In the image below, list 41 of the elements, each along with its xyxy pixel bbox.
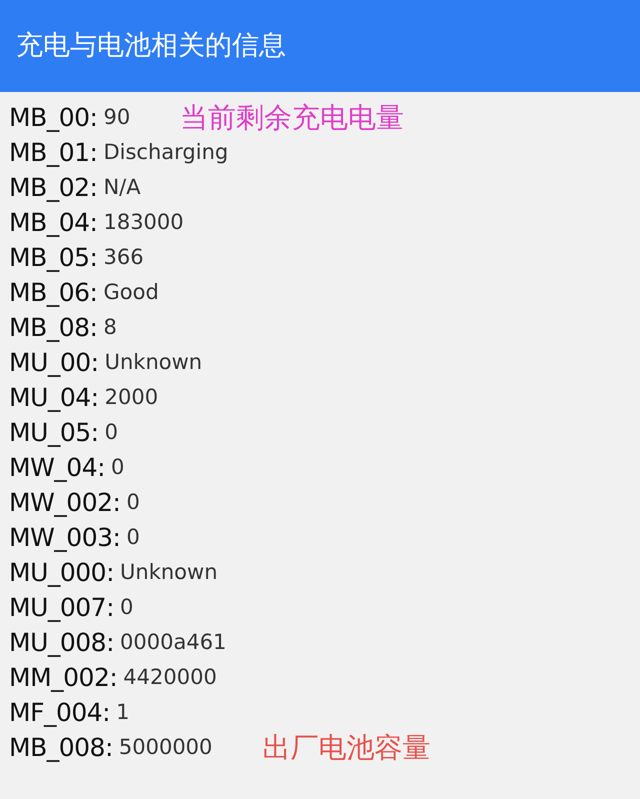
info-key: MB_08: xyxy=(9,308,98,346)
info-key: MU_007: xyxy=(9,588,114,626)
info-value: Unknown xyxy=(104,348,202,376)
info-value: Good xyxy=(103,278,159,306)
info-value: 0 xyxy=(104,418,118,446)
info-value: 2000 xyxy=(104,384,158,411)
info-value: N/A xyxy=(103,174,141,201)
info-value: 8 xyxy=(103,314,117,341)
info-key: MB_01: xyxy=(9,134,98,172)
info-value: 5000000 xyxy=(118,734,212,761)
info-value: 1 xyxy=(116,698,130,726)
info-value: 4420000 xyxy=(123,664,217,691)
app-bar-title: 充电与电池相关的信息 xyxy=(16,28,286,63)
annotation-text: 出厂电池容量 xyxy=(262,730,430,766)
info-value: 183000 xyxy=(103,208,184,236)
info-key: MU_000: xyxy=(9,554,114,592)
info-key: MU_00: xyxy=(9,344,99,382)
info-key: MW_002: xyxy=(9,484,120,522)
info-key: MM_002: xyxy=(9,658,118,696)
info-key: MB_06: xyxy=(9,274,98,312)
info-key: MU_008: xyxy=(9,624,114,662)
info-key: MU_05: xyxy=(9,414,99,452)
info-value: 0 xyxy=(111,454,124,481)
info-key: MB_02: xyxy=(9,168,98,206)
info-key: MB_04: xyxy=(9,204,98,242)
info-key: MW_04: xyxy=(9,448,106,486)
info-value: 90 xyxy=(103,104,130,131)
info-value: 366 xyxy=(103,244,144,271)
info-value: 0 xyxy=(126,524,140,551)
info-key: MB_05: xyxy=(9,238,98,276)
info-value: 0000a461 xyxy=(120,628,226,656)
info-value: Unknown xyxy=(120,558,218,586)
info-value: Discharging xyxy=(103,138,228,166)
annotation-text: 当前剩余充电电量 xyxy=(180,100,404,136)
info-value: 0 xyxy=(126,488,140,516)
info-key: MF_004: xyxy=(9,694,110,732)
info-key: MU_04: xyxy=(9,378,99,416)
info-key: MB_008: xyxy=(9,728,113,766)
info-value: 0 xyxy=(120,594,134,621)
info-key: MB_00: xyxy=(9,98,98,136)
info-key: MW_003: xyxy=(9,518,120,556)
